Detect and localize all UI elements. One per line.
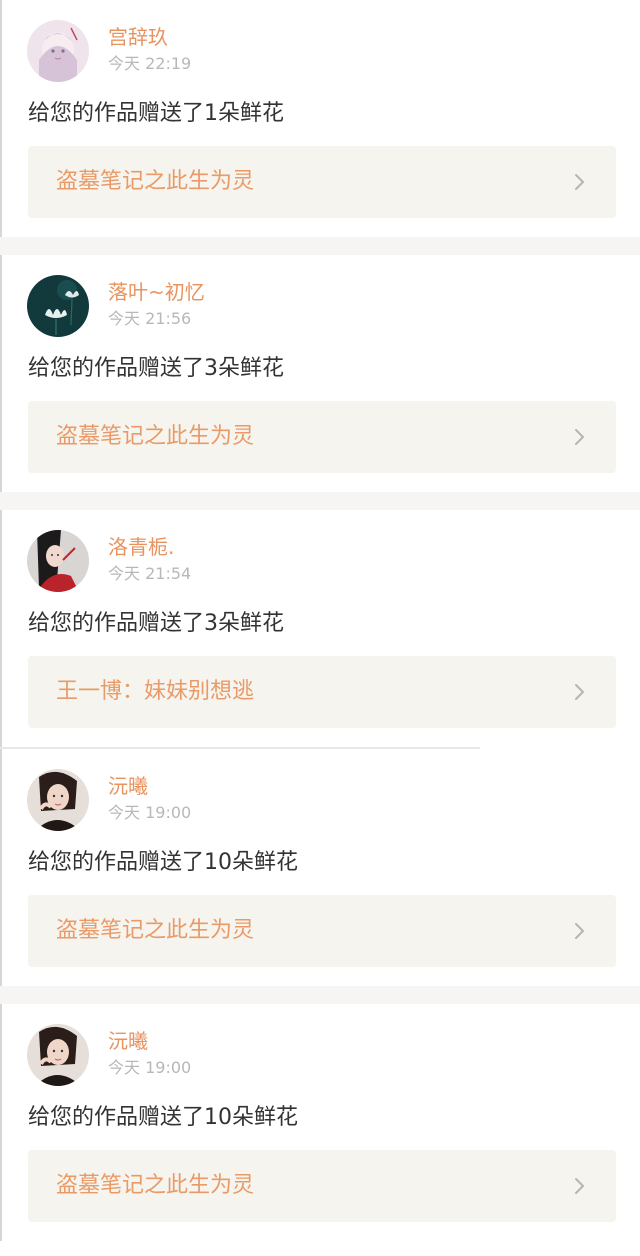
separator — [0, 986, 640, 1004]
username[interactable]: 宫辞玖 — [108, 24, 168, 50]
work-link[interactable]: 王一博：妹妹别想逃 — [28, 656, 616, 728]
work-title: 王一博：妹妹别想逃 — [56, 679, 255, 704]
work-link[interactable]: 盗墓笔记之此生为灵 — [28, 1150, 616, 1222]
avatar[interactable] — [27, 275, 89, 337]
avatar[interactable] — [27, 20, 89, 82]
username[interactable]: 沅曦 — [108, 773, 148, 799]
work-link[interactable]: 盗墓笔记之此生为灵 — [28, 146, 616, 218]
work-title: 盗墓笔记之此生为灵 — [56, 169, 255, 194]
username[interactable]: 落叶~初忆 — [108, 279, 205, 305]
notification-card: 落叶~初忆 今天 21:56 给您的作品赠送了3朵鲜花 盗墓笔记之此生为灵 — [0, 255, 640, 492]
timestamp: 今天 21:54 — [108, 564, 192, 583]
gift-message: 给您的作品赠送了3朵鲜花 — [28, 611, 284, 636]
lotus-avatar-icon — [27, 275, 89, 337]
work-link[interactable]: 盗墓笔记之此生为灵 — [28, 401, 616, 473]
gift-message: 给您的作品赠送了1朵鲜花 — [28, 101, 284, 126]
avatar[interactable] — [27, 530, 89, 592]
notification-card: 沅曦 今天 19:00 给您的作品赠送了10朵鲜花 盗墓笔记之此生为灵 — [0, 1004, 640, 1241]
chevron-right-icon — [575, 174, 584, 190]
girl-red-dress-avatar-icon — [27, 530, 89, 592]
timestamp: 今天 19:00 — [108, 1058, 192, 1077]
avatar[interactable] — [27, 1024, 89, 1086]
anime-girl-avatar-icon — [27, 20, 89, 82]
timestamp: 今天 22:19 — [108, 54, 192, 73]
girl-portrait-avatar-icon — [27, 769, 89, 831]
timestamp: 今天 21:56 — [108, 309, 192, 328]
work-title: 盗墓笔记之此生为灵 — [56, 1173, 255, 1198]
username[interactable]: 洛青栀. — [108, 534, 174, 560]
chevron-right-icon — [575, 684, 584, 700]
gift-message: 给您的作品赠送了10朵鲜花 — [28, 1105, 298, 1130]
girl-portrait-avatar-icon — [27, 1024, 89, 1086]
timestamp: 今天 19:00 — [108, 803, 192, 822]
chevron-right-icon — [575, 1178, 584, 1194]
chevron-right-icon — [575, 429, 584, 445]
chevron-right-icon — [575, 923, 584, 939]
notification-card: 宫辞玖 今天 22:19 给您的作品赠送了1朵鲜花 盗墓笔记之此生为灵 — [0, 0, 640, 237]
avatar[interactable] — [27, 769, 89, 831]
separator — [0, 492, 640, 510]
notification-card: 沅曦 今天 19:00 给您的作品赠送了10朵鲜花 盗墓笔记之此生为灵 — [0, 749, 640, 986]
notification-feed: 宫辞玖 今天 22:19 给您的作品赠送了1朵鲜花 盗墓笔记之此生为灵 落叶~初… — [0, 0, 640, 1241]
work-title: 盗墓笔记之此生为灵 — [56, 918, 255, 943]
notification-card: 洛青栀. 今天 21:54 给您的作品赠送了3朵鲜花 王一博：妹妹别想逃 — [0, 510, 640, 747]
gift-message: 给您的作品赠送了10朵鲜花 — [28, 850, 298, 875]
work-link[interactable]: 盗墓笔记之此生为灵 — [28, 895, 616, 967]
separator — [0, 237, 640, 255]
gift-message: 给您的作品赠送了3朵鲜花 — [28, 356, 284, 381]
work-title: 盗墓笔记之此生为灵 — [56, 424, 255, 449]
username[interactable]: 沅曦 — [108, 1028, 148, 1054]
